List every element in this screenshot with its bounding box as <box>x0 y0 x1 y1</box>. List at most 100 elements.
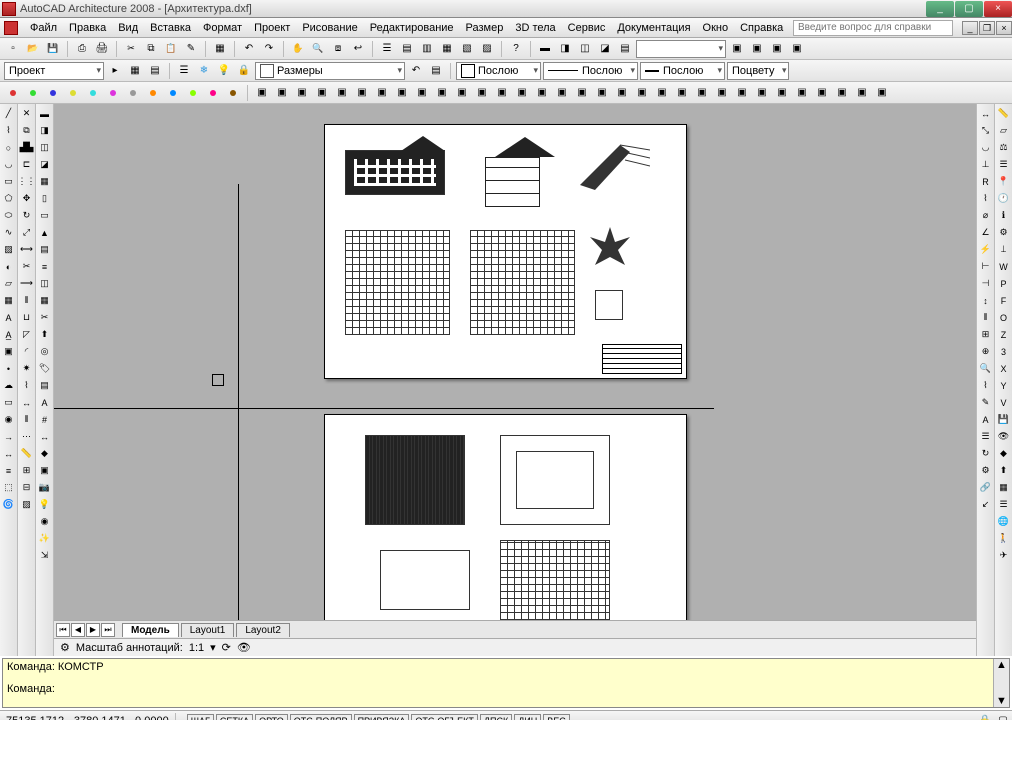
amat-icon[interactable]: ◉ <box>37 514 52 529</box>
scroll-up-icon[interactable]: ▲ <box>996 659 1007 671</box>
line-icon[interactable] <box>1 106 16 121</box>
tab-layout2[interactable]: Layout2 <box>236 623 290 637</box>
extend-icon[interactable]: ⟶ <box>19 276 34 291</box>
asched-icon[interactable]: ▤ <box>37 378 52 393</box>
rotate-icon[interactable]: ↻ <box>19 208 34 223</box>
vs-1-icon[interactable] <box>5 85 21 101</box>
dimdia-icon[interactable]: ⌀ <box>978 208 993 223</box>
minimize-button[interactable]: _ <box>926 1 954 17</box>
dimaligned-icon[interactable]: ⤡ <box>978 123 993 138</box>
render-27-icon[interactable]: ▣ <box>774 85 790 101</box>
ucs-x-icon[interactable]: X <box>996 361 1011 376</box>
layer-prev-icon[interactable]: ↶ <box>408 63 424 79</box>
open-icon[interactable] <box>25 41 41 57</box>
layer-combo[interactable]: Размеры <box>255 62 405 80</box>
view-icon[interactable]: 👁 <box>996 429 1011 444</box>
print-icon[interactable] <box>74 41 90 57</box>
rectangle-icon[interactable] <box>1 174 16 189</box>
layer-freeze-icon[interactable]: ❄ <box>196 63 212 79</box>
quickcalc-icon[interactable]: ▨ <box>479 41 495 57</box>
render-4-icon[interactable]: ▣ <box>314 85 330 101</box>
render-29-icon[interactable]: ▣ <box>814 85 830 101</box>
render-32-icon[interactable]: ▣ <box>874 85 890 101</box>
render-17-icon[interactable]: ▣ <box>574 85 590 101</box>
properties-icon[interactable]: ☰ <box>379 41 395 57</box>
xline-icon[interactable]: ↔ <box>1 446 16 461</box>
ucs-w-icon[interactable]: W <box>996 259 1011 274</box>
lengthen-icon[interactable]: ↔ <box>19 395 34 410</box>
chamfer-icon[interactable]: ◸ <box>19 327 34 342</box>
command-text[interactable]: Команда: КОМСТР Команда: <box>3 659 993 707</box>
menu-draw[interactable]: Рисование <box>296 20 363 36</box>
menu-file[interactable]: Файл <box>24 20 63 36</box>
menu-3d[interactable]: 3D тела <box>509 20 561 36</box>
render-25-icon[interactable]: ▣ <box>734 85 750 101</box>
render-6-icon[interactable]: ▣ <box>354 85 370 101</box>
project-browser-icon[interactable]: ▦ <box>127 63 143 79</box>
area-icon[interactable]: ▱ <box>996 123 1011 138</box>
ellipse-icon[interactable]: ⬭ <box>1 208 16 223</box>
dimreassociate-icon[interactable]: 🔗 <box>978 480 993 495</box>
dimlinear-icon[interactable]: ↔ <box>978 106 993 121</box>
amass-icon[interactable]: ◆ <box>37 446 52 461</box>
pan-icon[interactable] <box>290 41 306 57</box>
menu-edit[interactable]: Правка <box>63 20 112 36</box>
copy-modify-icon[interactable]: ⧉ <box>19 123 34 138</box>
divide-icon[interactable]: ⋯ <box>19 429 34 444</box>
dimjogged-icon[interactable]: ⌇ <box>978 191 993 206</box>
table-icon[interactable]: ▦ <box>1 293 16 308</box>
menu-docs[interactable]: Документация <box>611 20 696 36</box>
linetype-combo[interactable]: Послою <box>543 62 638 80</box>
vs-9-icon[interactable] <box>165 85 181 101</box>
boundary-icon[interactable]: ⬚ <box>1 480 16 495</box>
menu-tools[interactable]: Сервис <box>562 20 612 36</box>
list-icon[interactable]: ☰ <box>996 157 1011 172</box>
drawing-canvas[interactable] <box>54 104 976 620</box>
paste-icon[interactable] <box>163 41 179 57</box>
project-combo[interactable]: Проект <box>4 62 104 80</box>
render-20-icon[interactable]: ▣ <box>634 85 650 101</box>
render-11-icon[interactable]: ▣ <box>454 85 470 101</box>
atag-icon[interactable]: 🏷 <box>37 361 52 376</box>
tab-layout1[interactable]: Layout1 <box>181 623 235 637</box>
aroof-icon[interactable]: ▲ <box>37 225 52 240</box>
vs-6-icon[interactable] <box>105 85 121 101</box>
dimstyle-icon[interactable]: ☰ <box>978 429 993 444</box>
ucs-3-icon[interactable]: 3 <box>996 344 1011 359</box>
ucs-y-icon[interactable]: Y <box>996 378 1011 393</box>
zoom-window-icon[interactable]: ⧈ <box>330 41 346 57</box>
dimquick-icon[interactable]: ⚡ <box>978 242 993 257</box>
render-16-icon[interactable]: ▣ <box>554 85 570 101</box>
annoscale-show-icon[interactable]: 👁 <box>237 641 251 654</box>
erase-icon[interactable]: ✕ <box>19 106 34 121</box>
mirror-icon[interactable]: ▟▙ <box>19 140 34 155</box>
render-7-icon[interactable]: ▣ <box>374 85 390 101</box>
aslab-icon[interactable]: ▭ <box>37 208 52 223</box>
scale-icon[interactable]: ⤢ <box>19 225 34 240</box>
ray-icon[interactable]: → <box>1 429 16 444</box>
menu-format[interactable]: Формат <box>197 20 248 36</box>
join-icon[interactable]: ⊔ <box>19 310 34 325</box>
3dfly-icon[interactable]: ✈ <box>996 548 1011 563</box>
awindow-icon[interactable]: ◫ <box>37 140 52 155</box>
ungroup-icon[interactable]: ⊟ <box>19 480 34 495</box>
polyline-icon[interactable]: ⌇ <box>1 123 16 138</box>
render-1-icon[interactable]: ▣ <box>254 85 270 101</box>
vs-12-icon[interactable] <box>225 85 241 101</box>
namedviews-icon[interactable]: ☰ <box>996 497 1011 512</box>
mleader-icon[interactable]: ↙ <box>978 497 993 512</box>
mdi-minimize[interactable]: _ <box>962 21 978 35</box>
dimjogline-icon[interactable]: ⌇ <box>978 378 993 393</box>
aref-icon[interactable]: ▣ <box>37 463 52 478</box>
id-icon[interactable]: 📍 <box>996 174 1011 189</box>
dimupdate-icon[interactable]: ↻ <box>978 446 993 461</box>
setvar-icon[interactable]: ⚙ <box>996 225 1011 240</box>
zoom-previous-icon[interactable]: ↩ <box>350 41 366 57</box>
vs-8-icon[interactable] <box>145 85 161 101</box>
wipeout-icon[interactable]: ▭ <box>1 395 16 410</box>
mdi-close[interactable]: × <box>996 21 1012 35</box>
fillet-icon[interactable]: ◜ <box>19 344 34 359</box>
ucs-icon[interactable]: ⟘ <box>996 242 1011 257</box>
menu-window[interactable]: Окно <box>697 20 735 36</box>
render-3-icon[interactable]: ▣ <box>294 85 310 101</box>
